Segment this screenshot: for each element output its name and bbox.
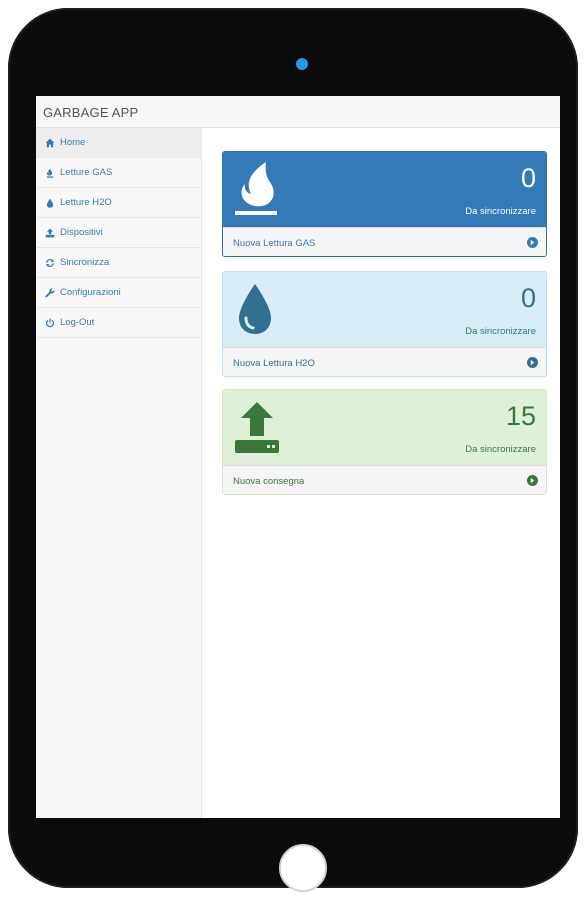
power-icon	[44, 317, 56, 329]
arrow-circle-right-icon	[527, 475, 538, 486]
sidebar-item-letture-h2o[interactable]: Letture H2O	[36, 188, 201, 218]
consegna-link-label: Nuova consegna	[233, 476, 305, 487]
sidebar-item-home[interactable]: Home	[36, 128, 201, 158]
main-content: 0 Da sincronizzare Nuova Lettura GAS 0 D…	[202, 128, 560, 818]
refresh-icon	[44, 257, 56, 269]
sidebar-item-sincronizza[interactable]: Sincronizza	[36, 248, 201, 278]
gas-panel: 0 Da sincronizzare Nuova Lettura GAS	[222, 151, 547, 257]
h2o-subtitle: Da sincronizzare	[465, 326, 536, 337]
gas-panel-heading: 0 Da sincronizzare	[223, 152, 546, 227]
gas-flame-icon	[235, 162, 277, 215]
arrow-circle-right-icon	[527, 237, 538, 248]
sidebar-item-label: Dispositivi	[60, 227, 103, 238]
sidebar-item-dispositivi[interactable]: Dispositivi	[36, 218, 201, 248]
sidebar-item-letture-gas[interactable]: Letture GAS	[36, 158, 201, 188]
nuova-lettura-h2o-link[interactable]: Nuova Lettura H2O	[223, 347, 546, 376]
sidebar-item-configurazioni[interactable]: Configurazioni	[36, 278, 201, 308]
wrench-icon	[44, 287, 56, 299]
home-icon	[44, 137, 56, 149]
fire-icon	[44, 167, 56, 179]
sidebar-item-label: Configurazioni	[60, 287, 121, 298]
nuova-lettura-gas-link[interactable]: Nuova Lettura GAS	[223, 227, 546, 256]
upload-device-icon	[235, 402, 279, 453]
sidebar-item-label: Letture H2O	[60, 197, 112, 208]
sidebar-item-label: Sincronizza	[60, 257, 110, 268]
camera-dot	[296, 58, 308, 70]
consegna-panel-heading: 15 Da sincronizzare	[223, 390, 546, 465]
sidebar-item-label: Letture GAS	[60, 167, 113, 178]
arrow-circle-right-icon	[527, 357, 538, 368]
h2o-panel: 0 Da sincronizzare Nuova Lettura H2O	[222, 271, 547, 377]
gas-link-label: Nuova Lettura GAS	[233, 238, 316, 249]
h2o-panel-heading: 0 Da sincronizzare	[223, 272, 546, 347]
sidebar-item-label: Home	[60, 137, 86, 148]
sidebar-item-log-out[interactable]: Log-Out	[36, 308, 201, 338]
h2o-count: 0	[520, 283, 536, 313]
gas-count: 0	[520, 163, 536, 193]
app-brand[interactable]: GARBAGE APP	[43, 105, 138, 120]
consegna-panel: 15 Da sincronizzare Nuova consegna	[222, 389, 547, 495]
consegna-count: 15	[505, 401, 536, 431]
gas-subtitle: Da sincronizzare	[465, 206, 536, 217]
h2o-link-label: Nuova Lettura H2O	[233, 358, 315, 369]
sidebar-item-label: Log-Out	[60, 317, 95, 328]
app-screen: GARBAGE APP Home Letture GAS Letture H2O…	[36, 96, 560, 818]
tint-icon	[44, 197, 56, 209]
upload-icon	[44, 227, 56, 239]
water-drop-icon	[239, 284, 271, 334]
top-navbar: GARBAGE APP	[36, 96, 560, 128]
nuova-consegna-link[interactable]: Nuova consegna	[223, 465, 546, 494]
home-hardware-button[interactable]	[279, 844, 327, 892]
consegna-subtitle: Da sincronizzare	[465, 444, 536, 455]
sidebar: Home Letture GAS Letture H2O Dispositivi…	[36, 128, 202, 818]
